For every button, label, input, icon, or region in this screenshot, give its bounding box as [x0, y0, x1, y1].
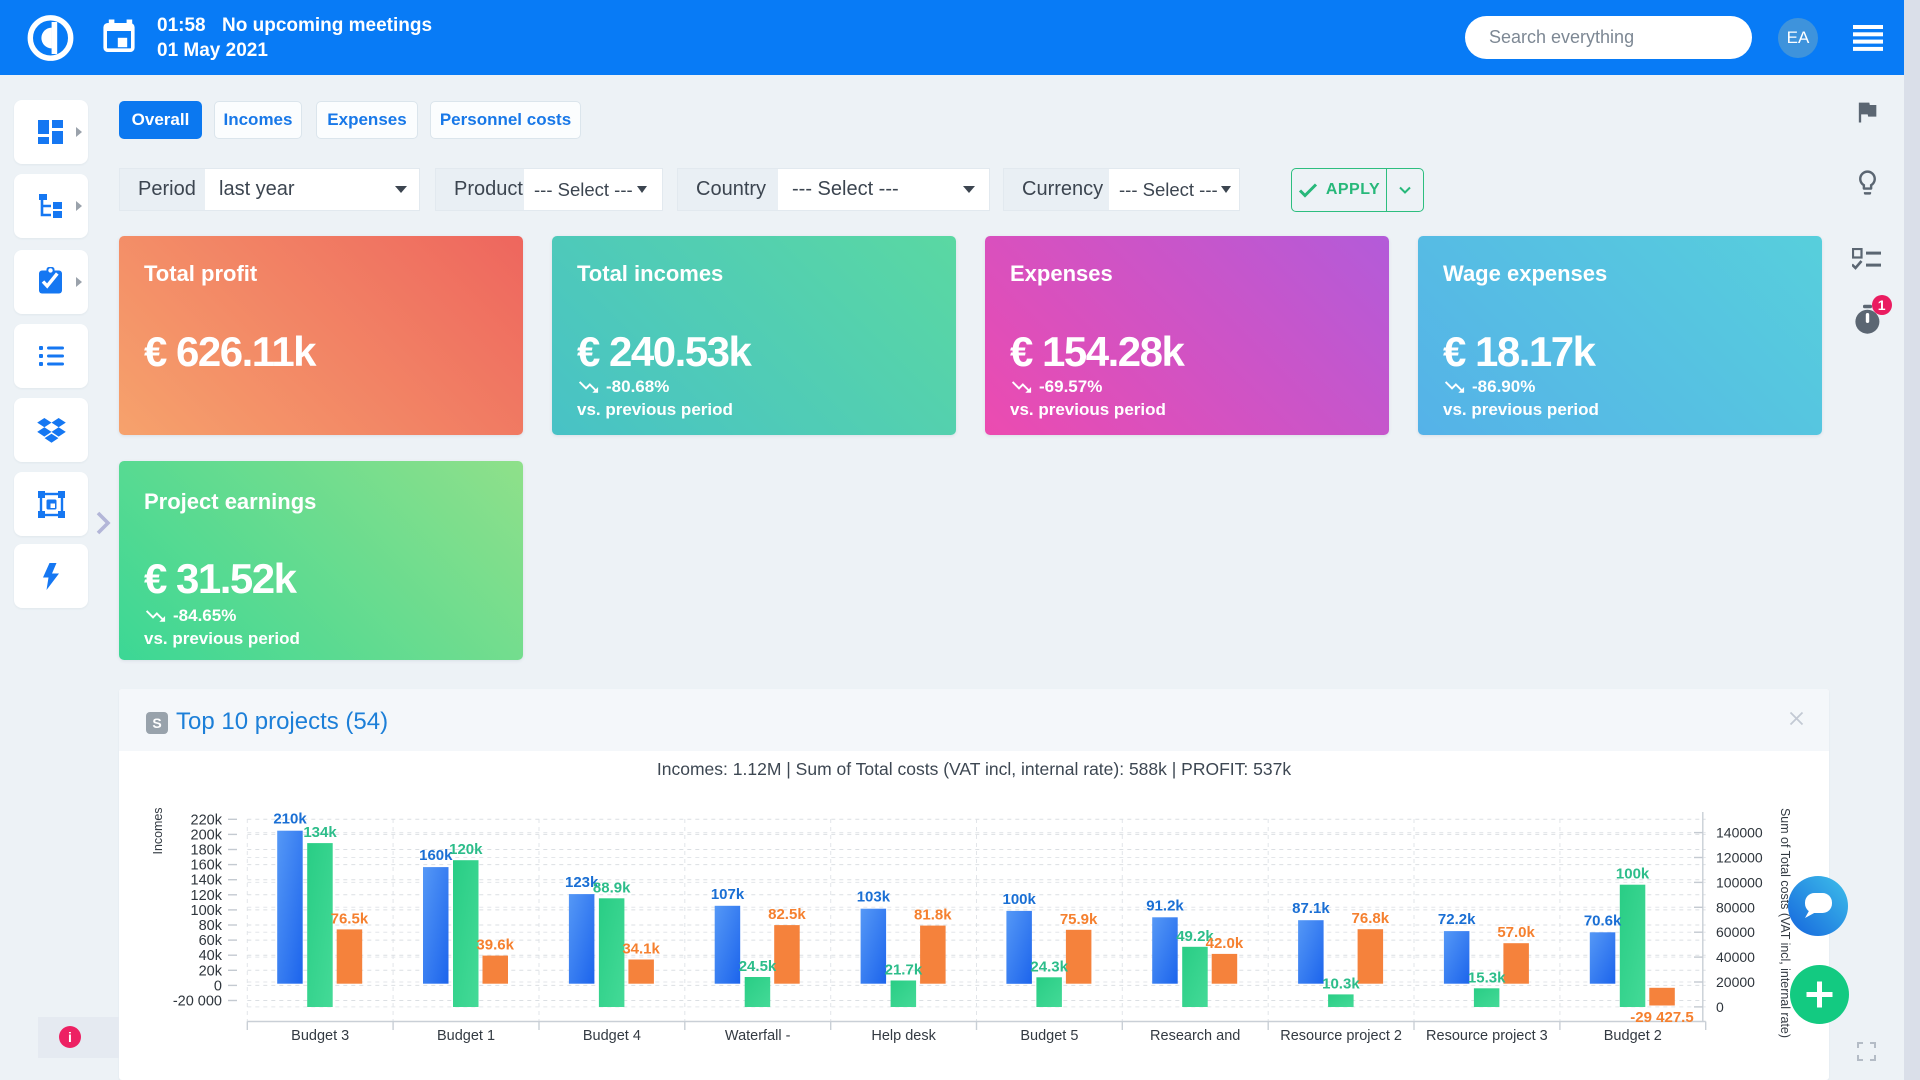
svg-text:Sum of Total costs (VAT incl,: Sum of Total costs (VAT incl, internal r…: [1778, 808, 1792, 1038]
svg-text:15.3k: 15.3k: [1468, 969, 1506, 986]
svg-text:-29 427.5: -29 427.5: [1630, 1009, 1693, 1026]
svg-text:80000: 80000: [1716, 899, 1755, 915]
svg-text:88.9k: 88.9k: [593, 879, 631, 896]
svg-text:120k: 120k: [191, 888, 223, 904]
svg-text:20k: 20k: [199, 963, 223, 979]
svg-text:107k: 107k: [711, 886, 745, 903]
svg-text:60k: 60k: [199, 933, 223, 949]
svg-text:Incomes: Incomes: [150, 807, 165, 854]
svg-text:40000: 40000: [1716, 949, 1755, 965]
svg-text:Budget 1: Budget 1: [437, 1028, 495, 1044]
svg-text:72.2k: 72.2k: [1438, 911, 1476, 928]
svg-text:220k: 220k: [191, 812, 223, 828]
svg-text:Research and: Research and: [1150, 1028, 1240, 1044]
svg-text:87.1k: 87.1k: [1292, 900, 1330, 917]
svg-text:210k: 210k: [273, 811, 307, 828]
svg-text:34.1k: 34.1k: [622, 941, 660, 958]
svg-text:140k: 140k: [191, 873, 223, 889]
svg-text:100k: 100k: [1003, 891, 1037, 908]
svg-text:76.5k: 76.5k: [331, 910, 369, 927]
svg-text:42.0k: 42.0k: [1206, 935, 1244, 952]
svg-text:140000: 140000: [1716, 825, 1763, 841]
svg-text:57.0k: 57.0k: [1497, 924, 1535, 941]
svg-text:75.9k: 75.9k: [1060, 911, 1098, 928]
svg-text:160k: 160k: [419, 847, 453, 864]
svg-text:Budget 2: Budget 2: [1604, 1028, 1662, 1044]
svg-text:0: 0: [214, 978, 222, 994]
svg-text:0: 0: [1716, 999, 1724, 1015]
svg-text:Budget 5: Budget 5: [1020, 1028, 1078, 1044]
svg-text:200k: 200k: [191, 827, 223, 843]
svg-text:24.3k: 24.3k: [1030, 958, 1068, 975]
svg-text:21.7k: 21.7k: [885, 962, 923, 979]
svg-text:Budget 3: Budget 3: [291, 1028, 349, 1044]
svg-text:160k: 160k: [191, 858, 223, 874]
svg-text:120k: 120k: [449, 841, 483, 858]
svg-text:180k: 180k: [191, 843, 223, 859]
svg-text:91.2k: 91.2k: [1146, 897, 1184, 914]
svg-text:Resource project 3: Resource project 3: [1426, 1028, 1548, 1044]
svg-text:20000: 20000: [1716, 974, 1755, 990]
svg-text:39.6k: 39.6k: [476, 937, 514, 954]
svg-text:103k: 103k: [857, 889, 891, 906]
svg-text:80k: 80k: [199, 918, 223, 934]
svg-text:100k: 100k: [191, 903, 223, 919]
svg-text:82.5k: 82.5k: [768, 906, 806, 923]
svg-text:Budget 4: Budget 4: [583, 1028, 641, 1044]
svg-text:10.3k: 10.3k: [1322, 975, 1360, 992]
svg-text:24.5k: 24.5k: [739, 958, 777, 975]
svg-text:134k: 134k: [303, 824, 337, 841]
svg-text:Help desk: Help desk: [871, 1028, 936, 1044]
svg-text:81.8k: 81.8k: [914, 907, 952, 924]
svg-text:Waterfall -: Waterfall -: [725, 1028, 791, 1044]
svg-text:70.6k: 70.6k: [1584, 912, 1622, 929]
svg-text:40k: 40k: [199, 948, 223, 964]
svg-text:120000: 120000: [1716, 850, 1763, 866]
svg-text:60000: 60000: [1716, 924, 1755, 940]
svg-text:100000: 100000: [1716, 874, 1763, 890]
svg-text:100k: 100k: [1616, 866, 1650, 883]
svg-text:76.8k: 76.8k: [1352, 910, 1390, 927]
svg-text:Resource project 2: Resource project 2: [1280, 1028, 1402, 1044]
svg-text:-20 000: -20 000: [173, 994, 222, 1010]
